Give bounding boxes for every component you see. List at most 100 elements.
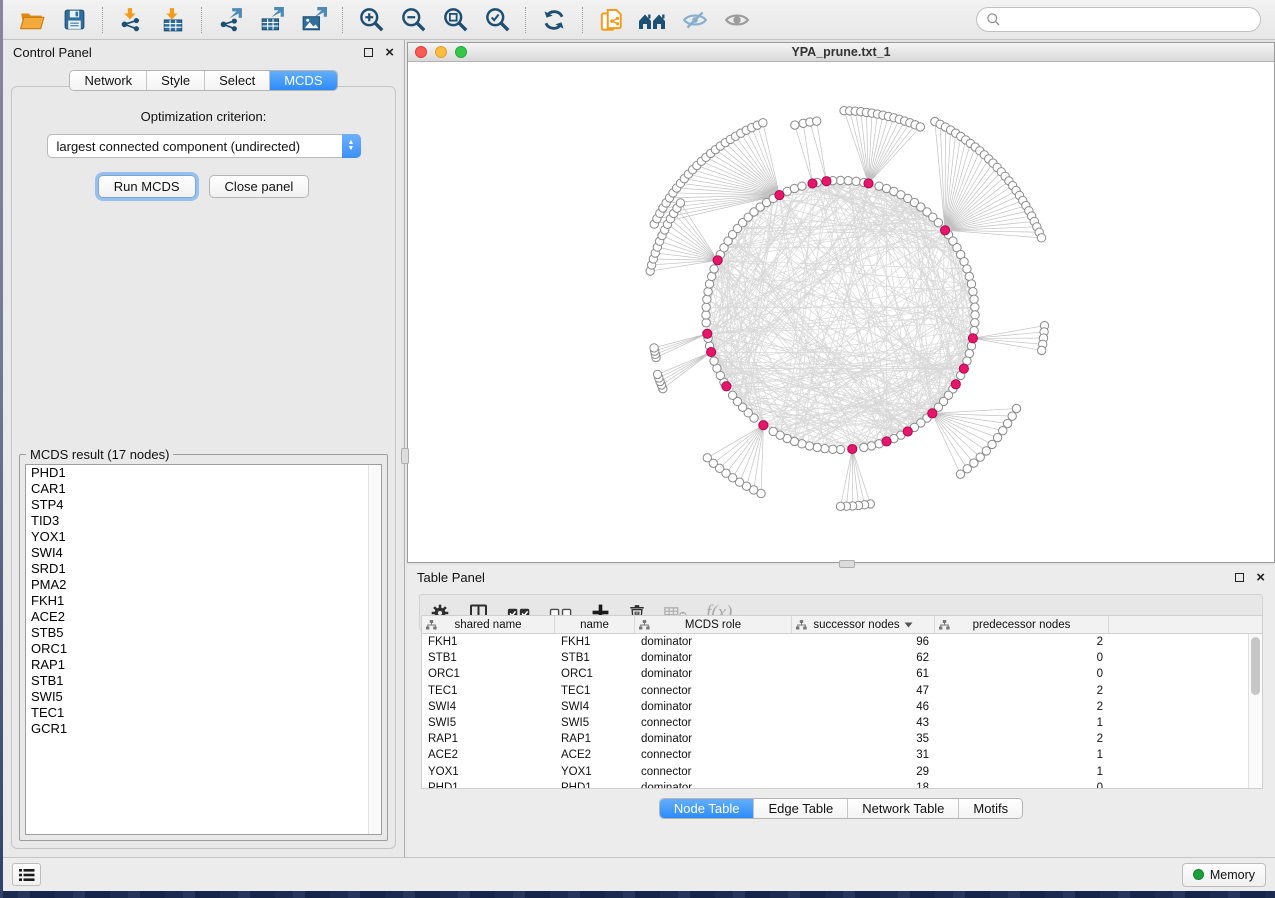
refresh-icon[interactable] [539, 5, 569, 35]
table-row[interactable]: STB1STB1dominator620 [422, 650, 1248, 666]
cell-successor-nodes: 35 [792, 733, 935, 745]
control-panel-tabs: NetworkStyleSelectMCDS [3, 70, 404, 91]
mcds-list-scrollbar[interactable] [368, 465, 381, 834]
cell-successor-nodes: 43 [792, 717, 935, 729]
vertical-splitter-grip[interactable] [401, 448, 409, 464]
column-header-name[interactable]: name [555, 616, 635, 633]
import-table-icon[interactable] [158, 5, 188, 35]
mcds-result-item[interactable]: SRD1 [26, 561, 381, 577]
tab-style[interactable]: Style [147, 71, 205, 90]
open-folder-icon[interactable] [17, 5, 47, 35]
import-network-icon[interactable] [116, 5, 146, 35]
mcds-result-item[interactable]: RAP1 [26, 657, 381, 673]
column-header-predecessor-nodes[interactable]: predecessor nodes [935, 616, 1109, 633]
memory-label: Memory [1210, 868, 1255, 882]
show-all-icon[interactable] [722, 5, 752, 35]
save-icon[interactable] [59, 5, 89, 35]
mcds-result-item[interactable]: GCR1 [26, 721, 381, 737]
mcds-result-item[interactable]: STP4 [26, 497, 381, 513]
memory-button[interactable]: Memory [1182, 863, 1266, 887]
mcds-result-item[interactable]: ACE2 [26, 609, 381, 625]
control-panel-title: Control Panel [13, 45, 92, 60]
mcds-result-item[interactable]: SWI4 [26, 545, 381, 561]
table-scrollbar-thumb[interactable] [1251, 637, 1260, 695]
search-box[interactable] [976, 7, 1261, 32]
mcds-result-item[interactable]: STB5 [26, 625, 381, 641]
mcds-result-item[interactable]: TEC1 [26, 705, 381, 721]
cell-predecessor-nodes: 1 [935, 766, 1109, 778]
toolbar-separator [525, 7, 526, 33]
export-network-icon[interactable] [215, 5, 245, 35]
table-row[interactable]: ORC1ORC1dominator610 [422, 666, 1248, 682]
memory-status-icon [1193, 869, 1204, 880]
float-panel-icon[interactable] [364, 48, 373, 57]
mcds-result-item[interactable]: FKH1 [26, 593, 381, 609]
export-table-icon[interactable] [257, 5, 287, 35]
close-panel-icon[interactable]: × [385, 48, 394, 57]
tab-motifs[interactable]: Motifs [959, 799, 1022, 818]
tab-select[interactable]: Select [205, 71, 270, 90]
toolbar-separator [201, 7, 202, 33]
cell-predecessor-nodes: 2 [935, 701, 1109, 713]
close-table-panel-icon[interactable]: × [1256, 573, 1265, 582]
duplicate-network-icon[interactable] [596, 5, 626, 35]
mcds-result-item[interactable]: SWI5 [26, 689, 381, 705]
table-panel-title: Table Panel [417, 570, 485, 585]
tab-network-table[interactable]: Network Table [848, 799, 959, 818]
table-row[interactable]: RAP1RAP1dominator352 [422, 731, 1248, 747]
first-neighbors-icon[interactable] [638, 5, 668, 35]
mcds-result-list[interactable]: PHD1CAR1STP4TID3YOX1SWI4SRD1PMA2FKH1ACE2… [25, 464, 382, 835]
hide-selected-icon[interactable] [680, 5, 710, 35]
close-panel-button[interactable]: Close panel [209, 175, 310, 198]
mcds-result-item[interactable]: ORC1 [26, 641, 381, 657]
cell-successor-nodes: 46 [792, 701, 935, 713]
cell-successor-nodes: 47 [792, 685, 935, 697]
cell-successor-nodes: 29 [792, 766, 935, 778]
cell-shared-name: FKH1 [422, 636, 555, 648]
column-header-MCDS-role[interactable]: MCDS role [635, 616, 792, 633]
cell-successor-nodes: 18 [792, 782, 935, 788]
cell-MCDS-role: connector [635, 766, 792, 778]
network-canvas[interactable] [408, 62, 1274, 562]
task-history-button[interactable] [12, 863, 41, 886]
mcds-result-item[interactable]: PMA2 [26, 577, 381, 593]
criterion-select[interactable]: largest connected component (undirected)… [47, 134, 361, 158]
mcds-result-item[interactable]: PHD1 [26, 465, 381, 481]
table-row[interactable]: YOX1YOX1connector291 [422, 764, 1248, 780]
horizontal-splitter-grip[interactable] [839, 560, 855, 568]
cell-MCDS-role: connector [635, 717, 792, 729]
zoom-in-icon[interactable] [356, 5, 386, 35]
cell-MCDS-role: dominator [635, 668, 792, 680]
mcds-result-item[interactable]: STB1 [26, 673, 381, 689]
column-header-shared-name[interactable]: shared name [422, 616, 555, 633]
tab-node-table[interactable]: Node Table [660, 799, 755, 818]
mcds-result-fieldset: MCDS result (17 nodes) PHD1CAR1STP4TID3Y… [19, 454, 388, 841]
mcds-result-item[interactable]: CAR1 [26, 481, 381, 497]
table-row[interactable]: FKH1FKH1dominator962 [422, 634, 1248, 650]
zoom-out-icon[interactable] [398, 5, 428, 35]
table-row[interactable]: PHD1PHD1dominator180 [422, 780, 1248, 788]
column-header-successor-nodes[interactable]: successor nodes [792, 616, 935, 633]
export-image-icon[interactable] [299, 5, 329, 35]
table-row[interactable]: TEC1TEC1connector472 [422, 683, 1248, 699]
mcds-tab-content: Optimization criterion: largest connecte… [11, 86, 396, 849]
list-icon [19, 868, 35, 882]
tab-edge-table[interactable]: Edge Table [754, 799, 848, 818]
tab-network[interactable]: Network [70, 71, 147, 90]
tab-mcds[interactable]: MCDS [270, 71, 336, 90]
network-window-titlebar[interactable]: YPA_prune.txt_1 [408, 43, 1274, 62]
cell-successor-nodes: 62 [792, 652, 935, 664]
table-row[interactable]: ACE2ACE2connector311 [422, 747, 1248, 763]
select-stepper-icon: ▲▼ [342, 134, 361, 158]
mcds-result-item[interactable]: TID3 [26, 513, 381, 529]
table-row[interactable]: SWI5SWI5connector431 [422, 715, 1248, 731]
zoom-selected-icon[interactable] [482, 5, 512, 35]
mcds-result-item[interactable]: YOX1 [26, 529, 381, 545]
float-table-panel-icon[interactable] [1235, 573, 1244, 582]
table-scrollbar[interactable] [1248, 634, 1262, 788]
search-input[interactable] [1007, 13, 1251, 27]
run-mcds-button[interactable]: Run MCDS [98, 175, 196, 198]
cytoscape-window: Control Panel × NetworkStyleSelectMCDS O… [3, 0, 1275, 891]
zoom-fit-icon[interactable] [440, 5, 470, 35]
table-row[interactable]: SWI4SWI4dominator462 [422, 699, 1248, 715]
